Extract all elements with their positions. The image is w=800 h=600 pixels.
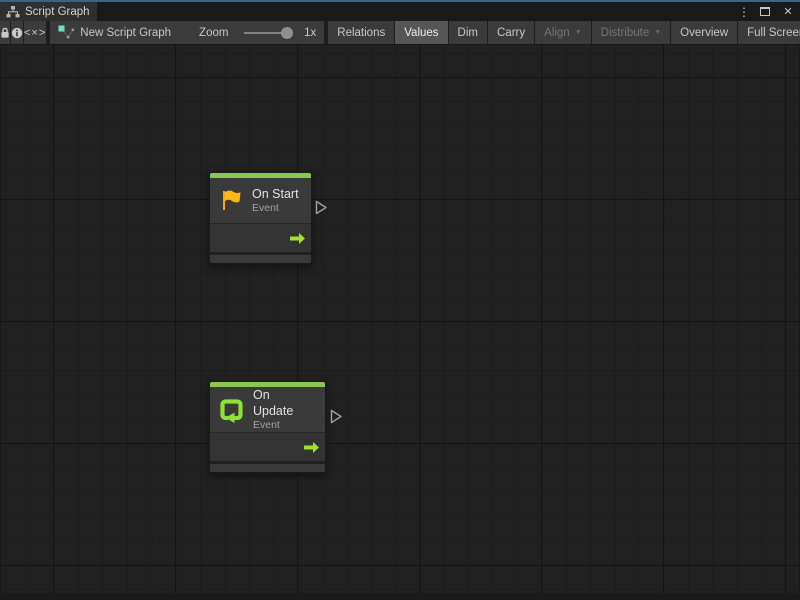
graph-canvas[interactable]: On Start Event	[0, 44, 800, 600]
distribute-dropdown: Distribute ▼	[592, 21, 671, 44]
new-script-graph-button[interactable]: New Script Graph	[80, 27, 171, 39]
chevron-down-icon: ▼	[575, 29, 582, 36]
relations-toggle[interactable]: Relations	[328, 21, 394, 44]
overview-button[interactable]: Overview	[671, 21, 737, 44]
node-title: On Start	[252, 186, 299, 202]
trigger-output-port[interactable]	[303, 441, 320, 454]
node-title: On Update	[253, 387, 313, 419]
window-focus-accent	[0, 0, 800, 2]
node-titles: On Update Event	[253, 387, 313, 432]
node-footer	[210, 464, 325, 472]
code-icon: <×>	[24, 27, 46, 39]
new-script-graph-icon	[58, 25, 74, 40]
window-close-icon[interactable]: ✕	[782, 5, 794, 18]
lock-icon	[0, 27, 10, 39]
values-toggle[interactable]: Values	[395, 21, 447, 44]
info-button[interactable]	[11, 21, 23, 44]
lock-button[interactable]	[0, 21, 10, 44]
window-maximize-icon[interactable]	[760, 7, 770, 16]
tab-script-graph[interactable]: Script Graph	[0, 2, 97, 21]
node-subtitle: Event	[252, 202, 299, 215]
trigger-output-port[interactable]	[289, 232, 306, 245]
node-header: On Start Event	[210, 178, 311, 223]
node-subtitle: Event	[253, 419, 313, 432]
node-on-update[interactable]: On Update Event	[209, 381, 326, 473]
connection-handle[interactable]	[315, 200, 328, 220]
chevron-down-icon: ▼	[654, 29, 661, 36]
window-controls: ⋮ ✕	[740, 2, 794, 21]
node-on-start[interactable]: On Start Event	[209, 172, 312, 264]
graph-hierarchy-icon	[6, 6, 20, 18]
dim-toggle[interactable]: Dim	[449, 21, 487, 44]
node-footer	[210, 255, 311, 263]
zoom-label: Zoom	[199, 27, 228, 39]
titlebar: Script Graph ⋮ ✕	[0, 2, 800, 21]
connection-handle[interactable]	[330, 409, 343, 429]
node-port-row	[210, 433, 325, 461]
code-preview-button[interactable]: <×>	[24, 21, 46, 44]
zoom-value: 1x	[304, 27, 316, 39]
full-screen-button[interactable]: Full Screen	[738, 21, 800, 44]
window-menu-icon[interactable]: ⋮	[740, 5, 748, 19]
graph-info-group: New Script Graph Zoom 1x	[50, 21, 324, 44]
node-header: On Update Event	[210, 387, 325, 432]
carry-toggle[interactable]: Carry	[488, 21, 534, 44]
node-port-row	[210, 224, 311, 252]
info-icon	[11, 27, 23, 39]
canvas-edge	[0, 593, 800, 600]
loop-icon	[218, 396, 245, 423]
script-graph-window: Script Graph ⋮ ✕ <×>	[0, 0, 800, 600]
zoom-slider-thumb[interactable]	[281, 27, 293, 39]
tab-title: Script Graph	[25, 6, 90, 18]
node-titles: On Start Event	[252, 186, 299, 215]
flag-icon	[218, 188, 244, 214]
align-dropdown: Align ▼	[535, 21, 591, 44]
zoom-slider[interactable]	[244, 32, 290, 34]
toolbar: <×> New Script Graph Zoom 1x Relations V…	[0, 21, 800, 44]
